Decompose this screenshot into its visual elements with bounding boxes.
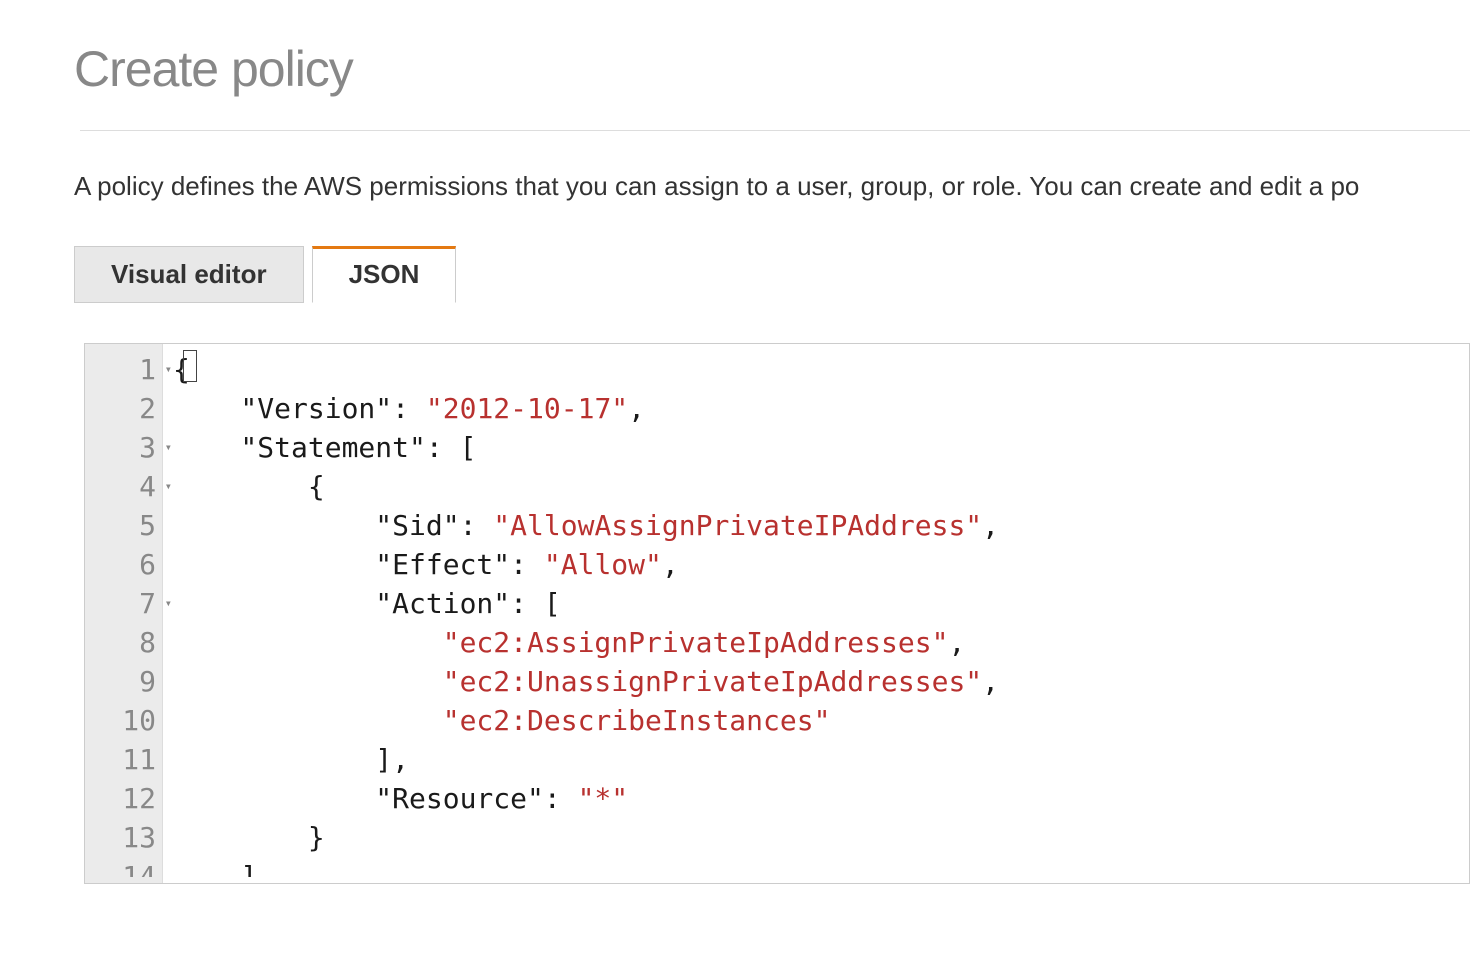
code-line[interactable]: ] bbox=[173, 857, 1469, 877]
code-line[interactable]: "ec2:UnassignPrivateIpAddresses", bbox=[173, 662, 1469, 701]
gutter-line-number: 4▾ bbox=[97, 467, 156, 506]
editor-code-area[interactable]: { "Version": "2012-10-17", "Statement": … bbox=[163, 344, 1469, 883]
policy-description: A policy defines the AWS permissions tha… bbox=[74, 167, 1470, 206]
tabs: Visual editor JSON bbox=[74, 246, 1470, 303]
gutter-line-number: 8 bbox=[97, 623, 156, 662]
tab-json[interactable]: JSON bbox=[312, 246, 457, 303]
code-line[interactable]: "ec2:AssignPrivateIpAddresses", bbox=[173, 623, 1469, 662]
code-line[interactable]: { bbox=[173, 467, 1469, 506]
gutter-line-number: 6 bbox=[97, 545, 156, 584]
code-line[interactable]: "Resource": "*" bbox=[173, 779, 1469, 818]
gutter-line-number: 7▾ bbox=[97, 584, 156, 623]
gutter-line-number: 12 bbox=[97, 779, 156, 818]
json-editor-container: 1▾23▾4▾567▾891011121314 { "Version": "20… bbox=[84, 343, 1470, 884]
tab-visual-editor[interactable]: Visual editor bbox=[74, 246, 304, 303]
code-line[interactable]: "Version": "2012-10-17", bbox=[173, 389, 1469, 428]
json-editor[interactable]: 1▾23▾4▾567▾891011121314 { "Version": "20… bbox=[84, 343, 1470, 884]
gutter-line-number: 3▾ bbox=[97, 428, 156, 467]
code-line[interactable]: "Statement": [ bbox=[173, 428, 1469, 467]
editor-gutter: 1▾23▾4▾567▾891011121314 bbox=[85, 344, 163, 883]
gutter-line-number: 2 bbox=[97, 389, 156, 428]
fold-icon[interactable]: ▾ bbox=[165, 584, 172, 623]
fold-icon[interactable]: ▾ bbox=[165, 428, 172, 467]
divider bbox=[80, 130, 1470, 131]
gutter-line-number: 1▾ bbox=[97, 350, 156, 389]
code-line[interactable]: "ec2:DescribeInstances" bbox=[173, 701, 1469, 740]
gutter-line-number: 5 bbox=[97, 506, 156, 545]
code-line[interactable]: "Action": [ bbox=[173, 584, 1469, 623]
fold-icon[interactable]: ▾ bbox=[165, 467, 172, 506]
gutter-line-number: 13 bbox=[97, 818, 156, 857]
gutter-line-number: 10 bbox=[97, 701, 156, 740]
code-line[interactable]: "Sid": "AllowAssignPrivateIPAddress", bbox=[173, 506, 1469, 545]
code-line[interactable]: ], bbox=[173, 740, 1469, 779]
gutter-line-number: 9 bbox=[97, 662, 156, 701]
code-line[interactable]: { bbox=[173, 350, 1469, 389]
gutter-line-number: 11 bbox=[97, 740, 156, 779]
code-line[interactable]: "Effect": "Allow", bbox=[173, 545, 1469, 584]
page-title: Create policy bbox=[74, 40, 1470, 98]
gutter-line-number: 14 bbox=[97, 857, 156, 877]
fold-icon[interactable]: ▾ bbox=[165, 350, 172, 389]
code-line[interactable]: } bbox=[173, 818, 1469, 857]
